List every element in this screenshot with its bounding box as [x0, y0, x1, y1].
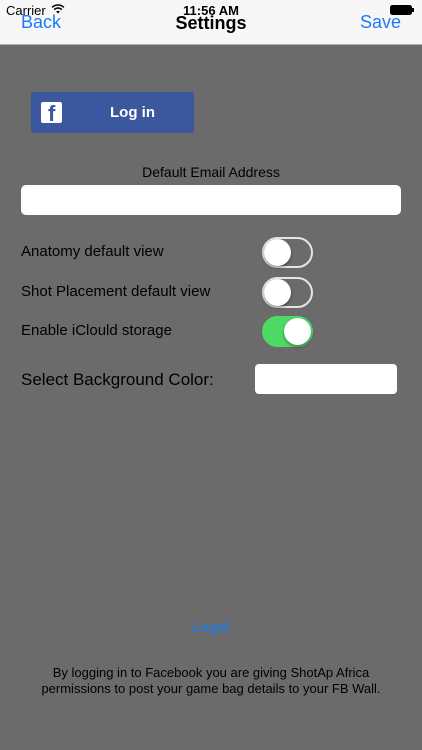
page-title: Settings — [175, 13, 247, 33]
navigation-bar: Carrier 11:56 AM Back Settings Save — [0, 0, 422, 45]
background-color-picker[interactable] — [255, 364, 397, 394]
facebook-login-button[interactable]: f Log in — [31, 92, 194, 133]
anatomy-default-view-label: Anatomy default view — [21, 243, 164, 260]
icloud-storage-switch[interactable] — [262, 316, 313, 347]
anatomy-default-view-switch[interactable] — [262, 237, 313, 268]
facebook-logo-icon: f — [41, 102, 62, 123]
default-email-label: Default Email Address — [142, 164, 280, 180]
switch-knob — [284, 318, 311, 345]
shot-placement-default-view-switch[interactable] — [262, 277, 313, 308]
facebook-login-label: Log in — [110, 104, 155, 121]
shot-placement-default-view-label: Shot Placement default view — [21, 283, 211, 300]
default-email-input[interactable] — [21, 185, 401, 215]
icloud-storage-label: Enable iClould storage — [21, 322, 172, 339]
background-color-label: Select Background Color: — [21, 370, 214, 389]
switch-knob — [264, 279, 291, 306]
legal-link[interactable]: Legal — [0, 619, 422, 636]
save-button[interactable]: Save — [360, 12, 401, 33]
switch-knob — [264, 239, 291, 266]
facebook-disclaimer: By logging in to Facebook you are giving… — [41, 665, 381, 696]
